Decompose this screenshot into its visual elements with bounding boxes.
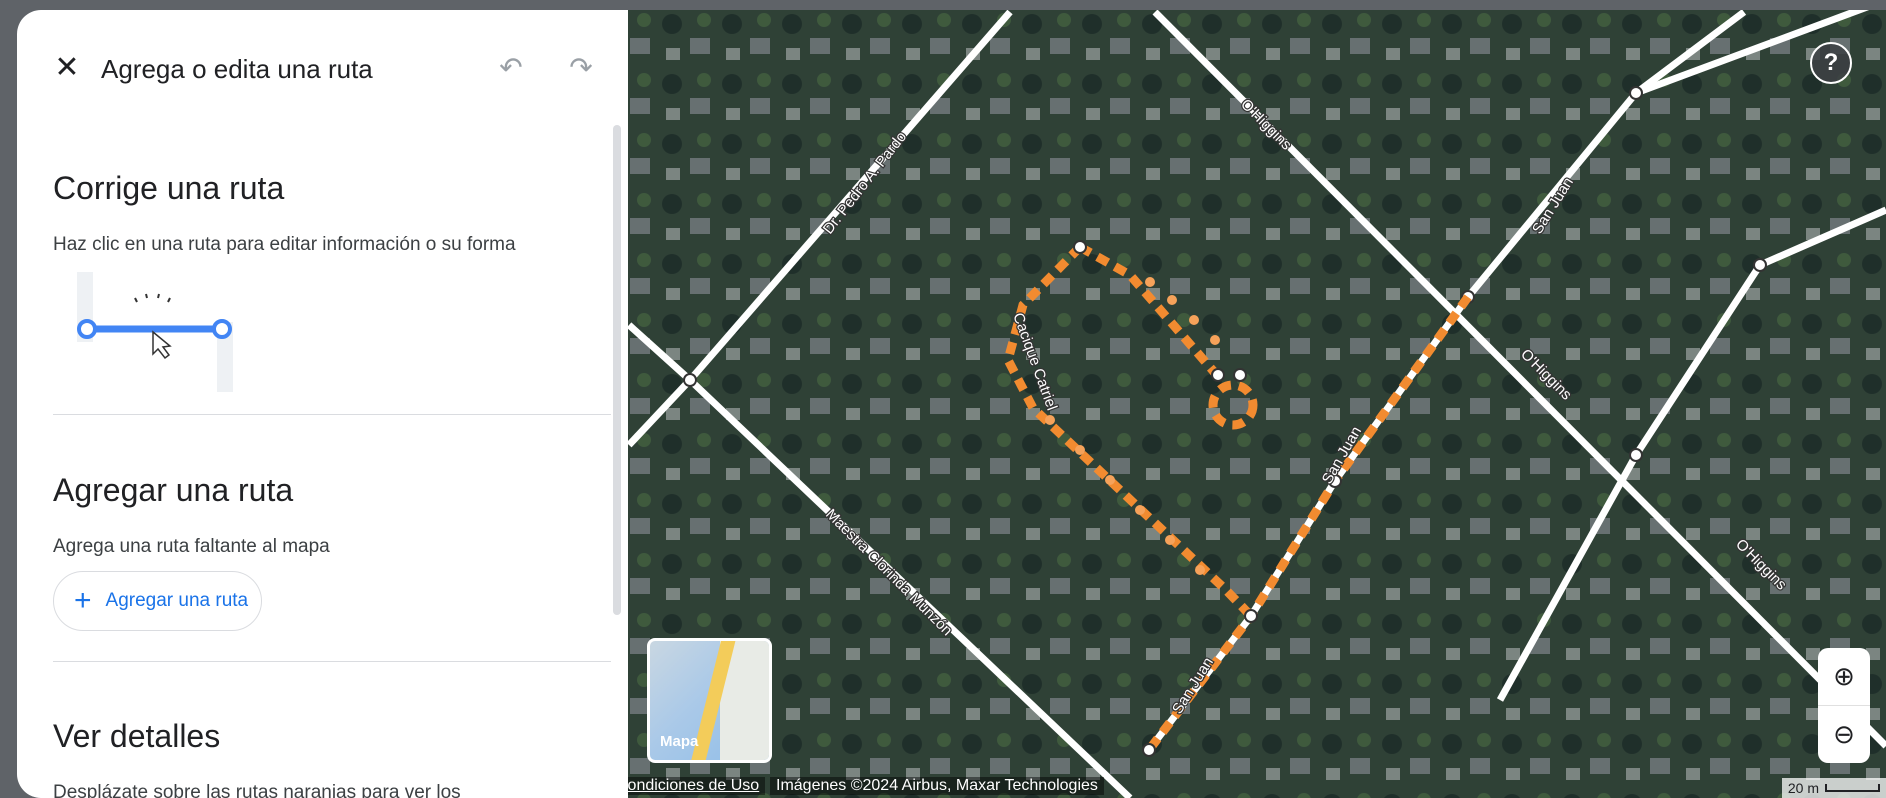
undo-button[interactable]: ↶ [493, 50, 529, 86]
panel-header: ✕ Agrega o edita una ruta ↶ ↷ [17, 48, 628, 88]
attribution-bar: Condiciones de Uso Imágenes ©2024 Airbus… [600, 776, 1886, 798]
zoom-in-button[interactable]: ⊕ [1818, 648, 1870, 705]
redo-button[interactable]: ↷ [563, 50, 599, 86]
scale-bar[interactable]: 20 m [1781, 778, 1886, 798]
imagery-copyright: Imágenes ©2024 Airbus, Maxar Technologie… [770, 777, 1104, 795]
scale-line [1825, 784, 1880, 792]
edit-route-illustration [77, 272, 233, 392]
panel-title: Agrega o edita una ruta [101, 54, 373, 84]
add-route-button[interactable]: + Agregar una ruta [53, 571, 262, 631]
add-route-heading: Agregar una ruta [53, 472, 294, 508]
help-button[interactable]: ? [1810, 42, 1852, 84]
add-route-description: Agrega una ruta faltante al mapa [53, 536, 330, 557]
edit-route-panel: ✕ Agrega o edita una ruta ↶ ↷ Corrige un… [17, 10, 628, 798]
details-heading: Ver detalles [53, 718, 221, 754]
zoom-in-icon: ⊕ [1833, 661, 1855, 691]
divider [53, 661, 611, 662]
fix-route-heading: Corrige una ruta [53, 170, 285, 206]
details-description: Desplázate sobre las rutas naranjas para… [53, 782, 461, 798]
satellite-map[interactable]: Dr. Pedro A. Pardo O'Higgins O'Higgins O… [600, 10, 1886, 798]
undo-icon: ↶ [499, 52, 523, 83]
scale-label: 20 m [1787, 780, 1819, 796]
add-route-button-label: Agregar una ruta [105, 590, 249, 611]
fix-route-description: Haz clic en una ruta para editar informa… [53, 234, 516, 255]
zoom-out-button[interactable]: ⊖ [1818, 705, 1870, 762]
redo-icon: ↷ [569, 52, 593, 83]
close-button[interactable]: ✕ [47, 48, 87, 88]
zoom-controls: ⊕ ⊖ [1818, 648, 1870, 763]
close-icon: ✕ [54, 51, 80, 84]
zoom-out-icon: ⊖ [1833, 718, 1855, 749]
terms-link[interactable]: Condiciones de Uso [610, 777, 766, 795]
panel-scrollbar[interactable] [613, 125, 621, 615]
plus-icon: + [74, 584, 92, 617]
map-layer-toggle[interactable]: Mapa [647, 638, 772, 763]
map-layer-label: Mapa [660, 733, 699, 750]
divider [53, 414, 611, 415]
